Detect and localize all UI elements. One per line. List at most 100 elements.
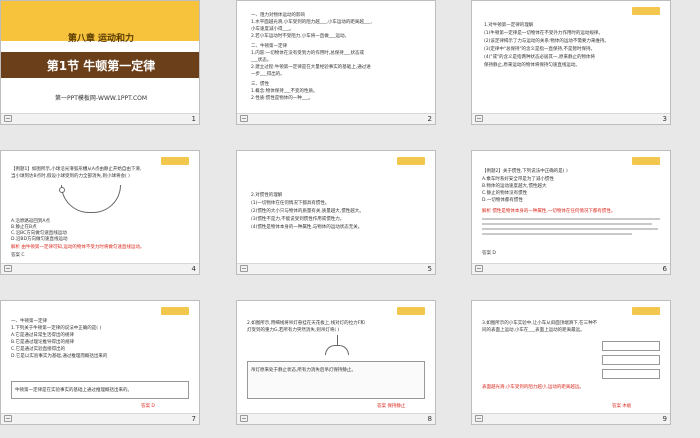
- slide-tag: [161, 157, 189, 165]
- text-line: 三、惯性: [251, 82, 269, 87]
- slide-note-icon[interactable]: [240, 265, 248, 272]
- text-line: (3)惯性不是力,不能说受到惯性作用或惯性力。: [251, 217, 345, 222]
- text-placeholder: [482, 218, 660, 220]
- answer-text: 答案 木板: [612, 404, 632, 409]
- text-line: 二、牛顿第一定律: [251, 44, 287, 49]
- option-line: B.物体的运动速度越大,惯性越大: [482, 184, 547, 189]
- question-line: 【例题2】关于惯性,下列说法中正确的是( ): [482, 169, 568, 174]
- analysis-text: 解析 惯性是物体本身的一种属性,一切物体在任何情况下都有惯性。: [482, 209, 616, 214]
- text-line: (3)定律中"总保持"的含义是指一直保持,不是暂时保持。: [484, 47, 595, 52]
- slide-number: 9: [662, 415, 667, 423]
- text-line: 保持静止,原来运动的物体将保持匀速直线运动。: [484, 63, 580, 68]
- option-line: A.乘车时系好安全带是为了减小惯性: [482, 177, 554, 182]
- analysis-text: 吊灯原来处于静止状态,所有力消失后吊灯保持静止。: [251, 368, 356, 373]
- question-line: 3.如图所示的小车实验中,让小车从斜面顶端滑下,在三种不: [482, 321, 598, 326]
- ramp-diagram-3: [602, 369, 660, 379]
- analysis-text: 牛顿第一定律是在实验事实的基础上通过推理概括出来的。: [15, 388, 132, 393]
- text-line: (1)牛顿第一定律是一切物体在不受外力作用时的运动规律。: [484, 31, 603, 36]
- text-line: 1.对牛顿第一定律的理解: [484, 23, 534, 28]
- question-line: 同的表面上运动,小车在___表面上运动的距离最远。: [482, 328, 585, 333]
- slide-footer: 2: [237, 113, 435, 124]
- slide-tag: [397, 157, 425, 165]
- answer-text: 答案 C: [11, 253, 25, 258]
- ramp-diagram-1: [602, 341, 660, 351]
- slide-number: 8: [427, 415, 432, 423]
- slide-thumbnail-1[interactable]: 第八章 运动和力 第1节 牛顿第一定律 第一PPT模板网-WWW.1PPT.CO…: [0, 0, 200, 125]
- slide-number: 6: [662, 265, 667, 273]
- slide-thumbnail-7[interactable]: 一、牛顿第一定律 1.下列关于牛顿第一定律的说法中正确的是( ) A.它是通过日…: [0, 300, 200, 425]
- text-placeholder: [482, 228, 658, 230]
- text-line: 1.水平面越光滑,小车受到的阻力越___,小车运动的距离越___,: [251, 20, 373, 25]
- slide-tag: [397, 307, 425, 315]
- slide-number: 3: [662, 115, 667, 123]
- slide-footer: 1: [1, 113, 199, 124]
- slide-number: 5: [427, 265, 432, 273]
- text-placeholder: [482, 223, 652, 225]
- text-line: (4)"或"的含义是指两种状态必居其一,原来静止的物体将: [484, 55, 595, 60]
- slide-thumbnail-5[interactable]: 2.对惯性的理解 (1)一切物体在任何情况下都具有惯性。 (2)惯性的大小只与物…: [236, 150, 436, 275]
- slide-thumbnail-8[interactable]: 2.如图所示,用细线将吊灯悬挂在天花板上,线对灯的拉力F和 灯受到的重力G,若所…: [236, 300, 436, 425]
- question-line: 灯受到的重力G,若所有力突然消失,则吊灯将( ): [247, 328, 340, 333]
- slide-footer: 9: [472, 413, 670, 424]
- ramp-diagram-2: [602, 355, 660, 365]
- slide-tag: [161, 307, 189, 315]
- text-placeholder: [482, 233, 632, 235]
- slide-note-icon[interactable]: [4, 115, 12, 122]
- text-line: 一、阻力对物体运动的影响: [251, 13, 305, 18]
- slide-note-icon[interactable]: [475, 115, 483, 122]
- slide-sorter: 第八章 运动和力 第1节 牛顿第一定律 第一PPT模板网-WWW.1PPT.CO…: [0, 0, 700, 438]
- analysis-text: 解析 由牛顿第一定律可知,运动的物体不受力时将做匀速直线运动。: [11, 245, 145, 250]
- slide-note-icon[interactable]: [240, 415, 248, 422]
- slide-tag: [632, 157, 660, 165]
- analysis-box: 吊灯原来处于静止状态,所有力消失后吊灯保持静止。: [247, 361, 425, 399]
- slide-thumbnail-9[interactable]: 3.如图所示的小车实验中,让小车从斜面顶端滑下,在三种不 同的表面上运动,小车在…: [471, 300, 671, 425]
- option-line: D.一切物体都有惯性: [482, 198, 523, 203]
- template-credit: 第一PPT模板网-WWW.1PPT.COM: [54, 95, 148, 102]
- analysis-text: 表面越光滑,小车受到的阻力越小,运动的距离越远。: [482, 385, 584, 390]
- option-c: C.它是通过实验直接得出的: [11, 347, 66, 352]
- text-line: ___状态。: [251, 58, 272, 63]
- slide-note-icon[interactable]: [475, 265, 483, 272]
- slide-number: 1: [191, 115, 196, 123]
- chapter-title: 第八章 运动和力: [67, 34, 135, 44]
- answer-text: 答案 D: [141, 404, 155, 409]
- question-line: 2.如图所示,用细线将吊灯悬挂在天花板上,线对灯的拉力F和: [247, 321, 365, 326]
- slide-footer: 4: [1, 263, 199, 274]
- slide-footer: 8: [237, 413, 435, 424]
- text-line: (2)该定律揭示了力与运动的关系:物体的运动不需要力来维持。: [484, 39, 609, 44]
- text-line: 2.对惯性的理解: [251, 193, 283, 198]
- slide-thumbnail-2[interactable]: 一、阻力对物体运动的影响 1.水平面越光滑,小车受到的阻力越___,小车运动的距…: [236, 0, 436, 125]
- answer-text: 答案 D: [482, 251, 496, 256]
- option-a: A.它是通过日常生活得出的规律: [11, 333, 74, 338]
- slide-note-icon[interactable]: [240, 115, 248, 122]
- text-line: 2.性质:惯性是物体的一种___。: [251, 96, 314, 101]
- ball-diagram: [59, 187, 65, 193]
- slide-footer: 7: [1, 413, 199, 424]
- text-line: 2.建立过程:牛顿第一定律是在大量经验事实的基础上,通过进: [251, 65, 371, 70]
- slide-note-icon[interactable]: [4, 265, 12, 272]
- slide-footer: 6: [472, 263, 670, 274]
- slide-number: 7: [191, 415, 196, 423]
- text-line: 1.概念:物体保持___不变的性质。: [251, 89, 318, 94]
- text-line: (4)惯性是物体本身的一种属性,与物体的运动状态无关。: [251, 225, 363, 230]
- option-d: D.它是以实验事实为基础,通过推理而概括出来的: [11, 354, 108, 359]
- slide-thumbnail-3[interactable]: 1.对牛顿第一定律的理解 (1)牛顿第一定律是一切物体在不受外力作用时的运动规律…: [471, 0, 671, 125]
- slide-note-icon[interactable]: [4, 415, 12, 422]
- slide-thumbnail-4[interactable]: 【例题1】如图所示,小球沿光滑弧形槽从A点由静止开始自由下滑, 当小球到达B点时…: [0, 150, 200, 275]
- text-line: (1)一切物体在任何情况下都具有惯性。: [251, 201, 330, 206]
- slide-tag: [632, 7, 660, 15]
- question-line: 【例题1】如图所示,小球沿光滑弧形槽从A点由静止开始自由下滑,: [11, 167, 142, 172]
- analysis-box: 牛顿第一定律是在实验事实的基础上通过推理概括出来的。: [11, 381, 189, 399]
- slide-number: 2: [427, 115, 432, 123]
- option-b: B.它是通过理论推导得出的规律: [11, 340, 75, 345]
- slide-footer: 5: [237, 263, 435, 274]
- text-line: 一步___得出的。: [251, 72, 285, 77]
- slide-note-icon[interactable]: [475, 415, 483, 422]
- track-diagram: [61, 185, 121, 213]
- text-line: 2.若小车运动时不受阻力,小车将一直做___运动。: [251, 34, 349, 39]
- slide-number: 4: [191, 265, 196, 273]
- option-d: D.沿BD方向做匀速直线运动: [11, 237, 68, 242]
- answer-text: 答案 保持静止: [377, 404, 406, 409]
- text-line: (2)惯性的大小只与物体的质量有关,质量越大,惯性越大。: [251, 209, 364, 214]
- slide-thumbnail-6[interactable]: 【例题2】关于惯性,下列说法中正确的是( ) A.乘车时系好安全带是为了减小惯性…: [471, 150, 671, 275]
